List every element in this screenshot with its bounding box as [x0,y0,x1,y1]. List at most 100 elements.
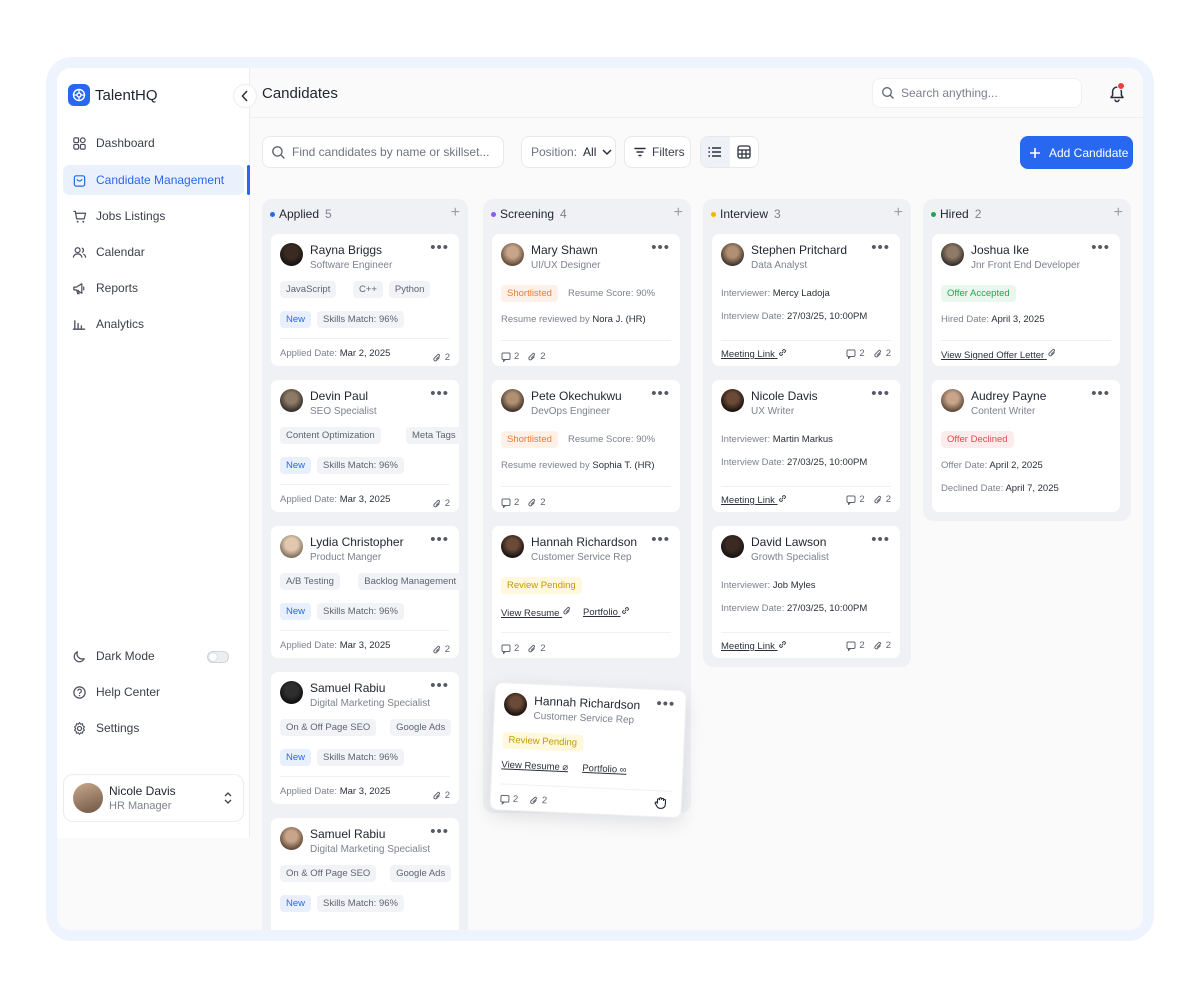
date-value: Mar 2, 2025 [339,348,391,359]
sidebar-item-candidate-management[interactable]: Candidate Management [63,165,244,195]
status-badge: New [280,457,312,474]
status-dot [931,211,936,217]
candidate-card[interactable]: Audrey Payne Content Writer ••• Offer Decli… [931,379,1121,513]
sidebar-item-calendar[interactable]: Calendar [63,237,244,267]
more-menu-icon[interactable]: ••• [651,385,670,402]
candidate-card[interactable]: Rayna Briggs Software Engineer ••• JavaScri… [270,233,460,367]
attachment-count: 2 [432,640,450,659]
sidebar-item-reports[interactable]: Reports [63,273,244,303]
more-menu-icon[interactable]: ••• [430,239,449,256]
column-interview: Interview 3 + Stephen Pritchard Data Analy… [703,199,911,667]
sidebar-item-label: Help Center [96,685,161,699]
more-menu-icon[interactable]: ••• [430,823,449,840]
candidate-card[interactable]: Hannah Richardson Customer Service Rep •••… [491,525,681,659]
candidate-card[interactable]: Lydia Christopher Product Manger ••• A/B Te… [270,525,463,659]
add-card-button[interactable]: + [451,205,460,221]
status-badge: New [280,603,312,620]
sidebar-item-settings[interactable]: Settings [63,713,244,743]
candidate-card[interactable]: Mary Shawn UI/UX Designer ••• Shortlisted Re… [491,233,681,367]
candidate-card[interactable]: Joshua Ike Jnr Front End Developer ••• Offe… [931,233,1121,367]
avatar [501,535,524,558]
candidate-card[interactable]: Nicole Davis UX Writer ••• Interviewer: Mar… [711,379,901,513]
plus-icon [1030,147,1040,158]
avatar [941,389,964,412]
add-card-button[interactable]: + [674,205,683,221]
status-badge: Review Pending [501,577,582,594]
card-footer: Meeting Link 22 [721,632,891,656]
candidate-card[interactable]: David Lawson Growth Specialist ••• Intervie… [711,525,901,659]
card-counts: 22 [846,640,891,651]
sidebar-item-analytics[interactable]: Analytics [63,309,244,339]
count: 2 [540,643,546,654]
user-profile-card[interactable]: Nicole Davis HR Manager [63,774,244,822]
candidate-card[interactable]: Devin Paul SEO Specialist ••• Content Optim… [270,379,462,513]
signed-offer-link[interactable]: View Signed Offer Letter [941,348,1057,361]
applied-date: Applied Date: Mar 3, 2025 [280,494,390,513]
more-menu-icon[interactable]: ••• [871,531,890,548]
date-label: Interview Date: [721,457,785,468]
column-header: Hired 2 [931,207,981,221]
more-menu-icon[interactable]: ••• [651,531,670,548]
more-menu-icon[interactable]: ••• [430,531,449,548]
status-badge: Review Pending [502,731,584,752]
candidate-card[interactable]: Stephen Pritchard Data Analyst ••• Intervie… [711,233,901,367]
link-label: Meeting Link [721,641,775,652]
dark-mode-toggle[interactable] [207,651,229,663]
paperclip-icon [874,495,881,503]
avatar [280,389,303,412]
view-resume-link[interactable]: View Resume [501,606,572,619]
more-menu-icon[interactable]: ••• [656,695,675,713]
dark-mode-label: Dark Mode [96,649,155,663]
candidate-search-input[interactable]: Find candidates by name or skillset... [262,136,504,168]
meeting-link[interactable]: Meeting Link [721,348,787,360]
collapse-sidebar-button[interactable] [233,84,257,108]
meeting-link[interactable]: Meeting Link [721,640,787,652]
status-badge: Shortlisted [501,431,558,448]
card-footer: Applied Date: Mar 3, 2025 2 [280,630,450,659]
candidate-card[interactable]: Pete Okechukwu DevOps Engineer ••• Shortlis… [491,379,681,513]
sidebar-item-help-center[interactable]: Help Center [63,677,244,707]
more-menu-icon[interactable]: ••• [430,677,449,694]
skill-tag: JavaScript [280,281,337,298]
global-search-input[interactable]: Search anything... [872,78,1082,108]
attachment-count: 2 [527,351,546,362]
candidate-name: Rayna Briggs [310,243,383,257]
portfolio-link[interactable]: Portfolio [583,606,630,618]
candidate-name: Pete Okechukwu [531,389,622,403]
attachment-count: 2 [873,494,891,505]
card-footer: Applied Date: Mar 2, 2025 2 [280,338,450,367]
more-menu-icon[interactable]: ••• [871,239,890,256]
more-menu-icon[interactable]: ••• [1091,239,1110,256]
more-menu-icon[interactable]: ••• [1091,385,1110,402]
skill-tag: Google Ads [390,719,452,736]
skills-match-badge: Skills Match: 96% [317,749,404,766]
candidate-card[interactable]: Samuel Rabiu Digital Marketing Specialist… [270,671,460,805]
portfolio-link[interactable]: Portfolio ∞ [582,763,627,776]
view-resume-link[interactable]: View Resume ⌀ [501,759,568,773]
board-view-button[interactable] [730,137,759,167]
dragging-candidate-card[interactable]: Hannah Richardson Customer Service Rep •… [489,682,687,819]
sidebar-item-dashboard[interactable]: Dashboard [63,128,244,158]
skills-match-badge: Skills Match: 96% [317,457,404,474]
column-applied: Applied 5 + Rayna Briggs Software Engineer… [262,199,468,930]
paperclip-icon [528,498,536,506]
position-select[interactable]: Position: All [521,136,616,168]
add-card-button[interactable]: + [894,205,903,221]
add-candidate-button[interactable]: Add Candidate [1020,136,1133,169]
paperclip-icon: ⌀ [562,762,569,774]
comment-count: 2 [501,351,519,362]
candidate-card[interactable]: Samuel Rabiu Digital Marketing Specialist… [270,817,460,930]
briefcase-icon [73,174,86,187]
candidate-role: Data Analyst [751,260,808,271]
attachment-count: 2 [432,494,450,513]
more-menu-icon[interactable]: ••• [430,385,449,402]
sidebar-item-jobs-listings[interactable]: Jobs Listings [63,201,244,231]
more-menu-icon[interactable]: ••• [871,385,890,402]
add-card-button[interactable]: + [1114,205,1123,221]
meeting-link[interactable]: Meeting Link [721,494,787,506]
filters-button[interactable]: Filters [624,136,691,168]
list-view-button[interactable] [701,137,730,167]
avatar [501,389,524,412]
candidate-role: Digital Marketing Specialist [310,698,431,709]
more-menu-icon[interactable]: ••• [651,239,670,256]
